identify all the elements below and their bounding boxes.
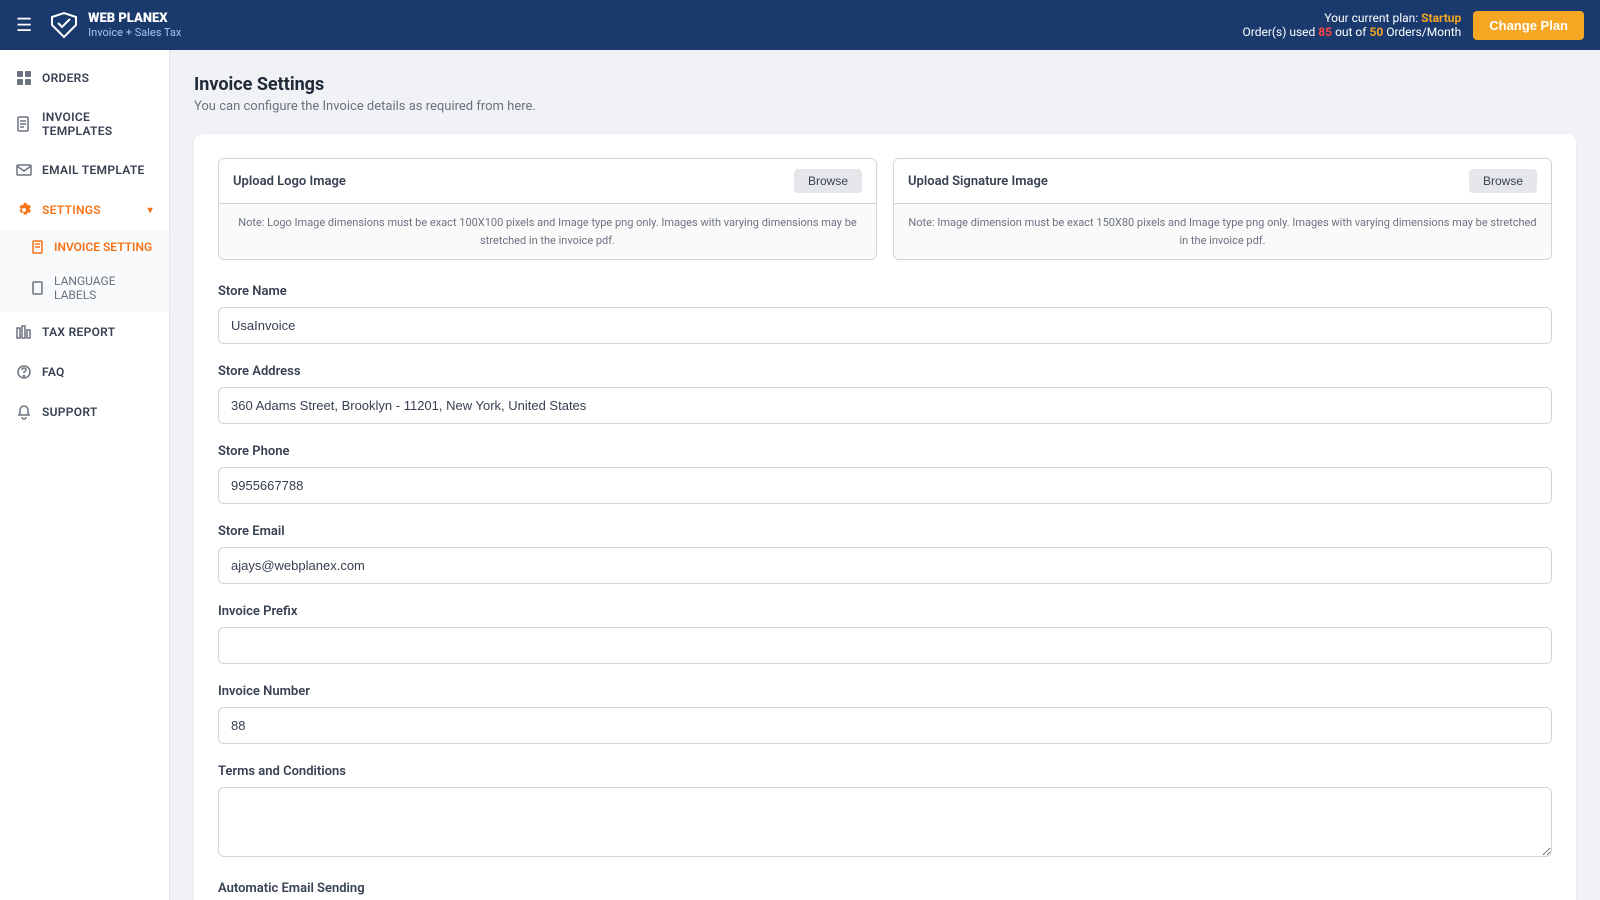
- plan-info: Your current plan: Startup Order(s) used…: [1243, 11, 1462, 39]
- hamburger-icon[interactable]: ☰: [16, 15, 32, 36]
- logo-text: WEB PLANEX Invoice + Sales Tax: [88, 11, 181, 40]
- sidebar-item-invoice-templates[interactable]: INVOICE TEMPLATES: [0, 98, 169, 150]
- upload-logo-title: Upload Logo Image: [233, 174, 346, 189]
- auto-email-section: Automatic Email Sending Automatically se…: [218, 881, 1552, 900]
- upload-logo-box: Upload Logo Image Browse Note: Logo Imag…: [218, 158, 877, 260]
- store-email-label: Store Email: [218, 524, 1552, 539]
- sidebar-item-faq[interactable]: FAQ: [0, 352, 169, 392]
- submenu-label-language-labels: LANGUAGE LABELS: [54, 274, 153, 302]
- terms-textarea[interactable]: [218, 787, 1552, 857]
- store-phone-input[interactable]: [218, 467, 1552, 504]
- upload-row: Upload Logo Image Browse Note: Logo Imag…: [218, 158, 1552, 260]
- header: ☰ WEB PLANEX Invoice + Sales Tax Your cu…: [0, 0, 1600, 50]
- store-name-section: Store Name: [218, 284, 1552, 344]
- sidebar-item-tax-report[interactable]: TAX REPORT: [0, 312, 169, 352]
- invoice-prefix-section: Invoice Prefix: [218, 604, 1552, 664]
- question-icon: [16, 364, 32, 380]
- invoice-prefix-input[interactable]: [218, 627, 1552, 664]
- orders-suffix: Orders/Month: [1386, 25, 1461, 39]
- submenu-item-language-labels[interactable]: LANGUAGE LABELS: [0, 264, 169, 312]
- sidebar-item-support[interactable]: SUPPORT: [0, 392, 169, 432]
- plan-prefix: Your current plan:: [1324, 11, 1418, 25]
- plan-name: Startup: [1421, 11, 1461, 25]
- logo: WEB PLANEX Invoice + Sales Tax: [48, 11, 181, 40]
- upload-logo-note: Note: Logo Image dimensions must be exac…: [219, 204, 876, 259]
- gear-icon: [16, 202, 32, 218]
- sidebar-label-tax-report: TAX REPORT: [42, 325, 115, 339]
- upload-signature-header: Upload Signature Image Browse: [894, 159, 1551, 204]
- store-email-section: Store Email: [218, 524, 1552, 584]
- terms-section: Terms and Conditions: [218, 764, 1552, 861]
- invoice-prefix-label: Invoice Prefix: [218, 604, 1552, 619]
- store-phone-section: Store Phone: [218, 444, 1552, 504]
- upload-signature-box: Upload Signature Image Browse Note: Imag…: [893, 158, 1552, 260]
- sidebar-label-support: SUPPORT: [42, 405, 98, 419]
- terms-label: Terms and Conditions: [218, 764, 1552, 779]
- sidebar-label-email-template: EMAIL TEMPLATE: [42, 163, 145, 177]
- sidebar-label-settings: SETTINGS: [42, 203, 101, 217]
- store-address-label: Store Address: [218, 364, 1552, 379]
- grid-icon: [16, 70, 32, 86]
- sidebar-label-invoice-templates: INVOICE TEMPLATES: [42, 110, 153, 138]
- content-card: Upload Logo Image Browse Note: Logo Imag…: [194, 134, 1576, 900]
- orders-used: 85: [1318, 25, 1332, 39]
- invoice-number-label: Invoice Number: [218, 684, 1552, 699]
- browse-logo-button[interactable]: Browse: [794, 169, 862, 193]
- sidebar-label-faq: FAQ: [42, 365, 65, 379]
- submenu-label-invoice-setting: INVOICE SETTING: [54, 240, 152, 254]
- header-right: Your current plan: Startup Order(s) used…: [1243, 11, 1585, 40]
- store-address-input[interactable]: [218, 387, 1552, 424]
- sidebar: ORDERS INVOICE TEMPLATES EMAIL TEMPLATE …: [0, 50, 170, 900]
- change-plan-button[interactable]: Change Plan: [1473, 11, 1584, 40]
- invoice-setting-icon: [32, 240, 46, 254]
- bell-icon: [16, 404, 32, 420]
- orders-prefix: Order(s) used: [1243, 25, 1316, 39]
- store-name-input[interactable]: [218, 307, 1552, 344]
- invoice-number-section: Invoice Number: [218, 684, 1552, 744]
- upload-signature-title: Upload Signature Image: [908, 174, 1048, 189]
- file-icon: [16, 116, 32, 132]
- sidebar-item-email-template[interactable]: EMAIL TEMPLATE: [0, 150, 169, 190]
- store-email-input[interactable]: [218, 547, 1552, 584]
- layout: ORDERS INVOICE TEMPLATES EMAIL TEMPLATE …: [0, 50, 1600, 900]
- sidebar-label-orders: ORDERS: [42, 71, 89, 85]
- upload-signature-note: Note: Image dimension must be exact 150X…: [894, 204, 1551, 259]
- orders-separator: out of: [1335, 25, 1366, 39]
- header-left: ☰ WEB PLANEX Invoice + Sales Tax: [16, 11, 181, 40]
- submenu-item-invoice-setting[interactable]: INVOICE SETTING: [0, 230, 169, 264]
- invoice-number-input[interactable]: [218, 707, 1552, 744]
- settings-submenu: INVOICE SETTING LANGUAGE LABELS: [0, 230, 169, 312]
- sidebar-item-settings[interactable]: SETTINGS ▾: [0, 190, 169, 230]
- auto-email-label: Automatic Email Sending: [218, 881, 1552, 896]
- upload-logo-header: Upload Logo Image Browse: [219, 159, 876, 204]
- store-name-label: Store Name: [218, 284, 1552, 299]
- chart-icon: [16, 324, 32, 340]
- sidebar-item-orders[interactable]: ORDERS: [0, 58, 169, 98]
- page-subtitle: You can configure the Invoice details as…: [194, 99, 1576, 114]
- email-icon: [16, 162, 32, 178]
- orders-max: 50: [1369, 25, 1383, 39]
- page-title: Invoice Settings: [194, 74, 1576, 95]
- main-content: Invoice Settings You can configure the I…: [170, 50, 1600, 900]
- logo-icon: [48, 11, 80, 39]
- browse-signature-button[interactable]: Browse: [1469, 169, 1537, 193]
- store-address-section: Store Address: [218, 364, 1552, 424]
- chevron-down-icon: ▾: [148, 205, 153, 216]
- store-phone-label: Store Phone: [218, 444, 1552, 459]
- language-labels-icon: [32, 281, 46, 295]
